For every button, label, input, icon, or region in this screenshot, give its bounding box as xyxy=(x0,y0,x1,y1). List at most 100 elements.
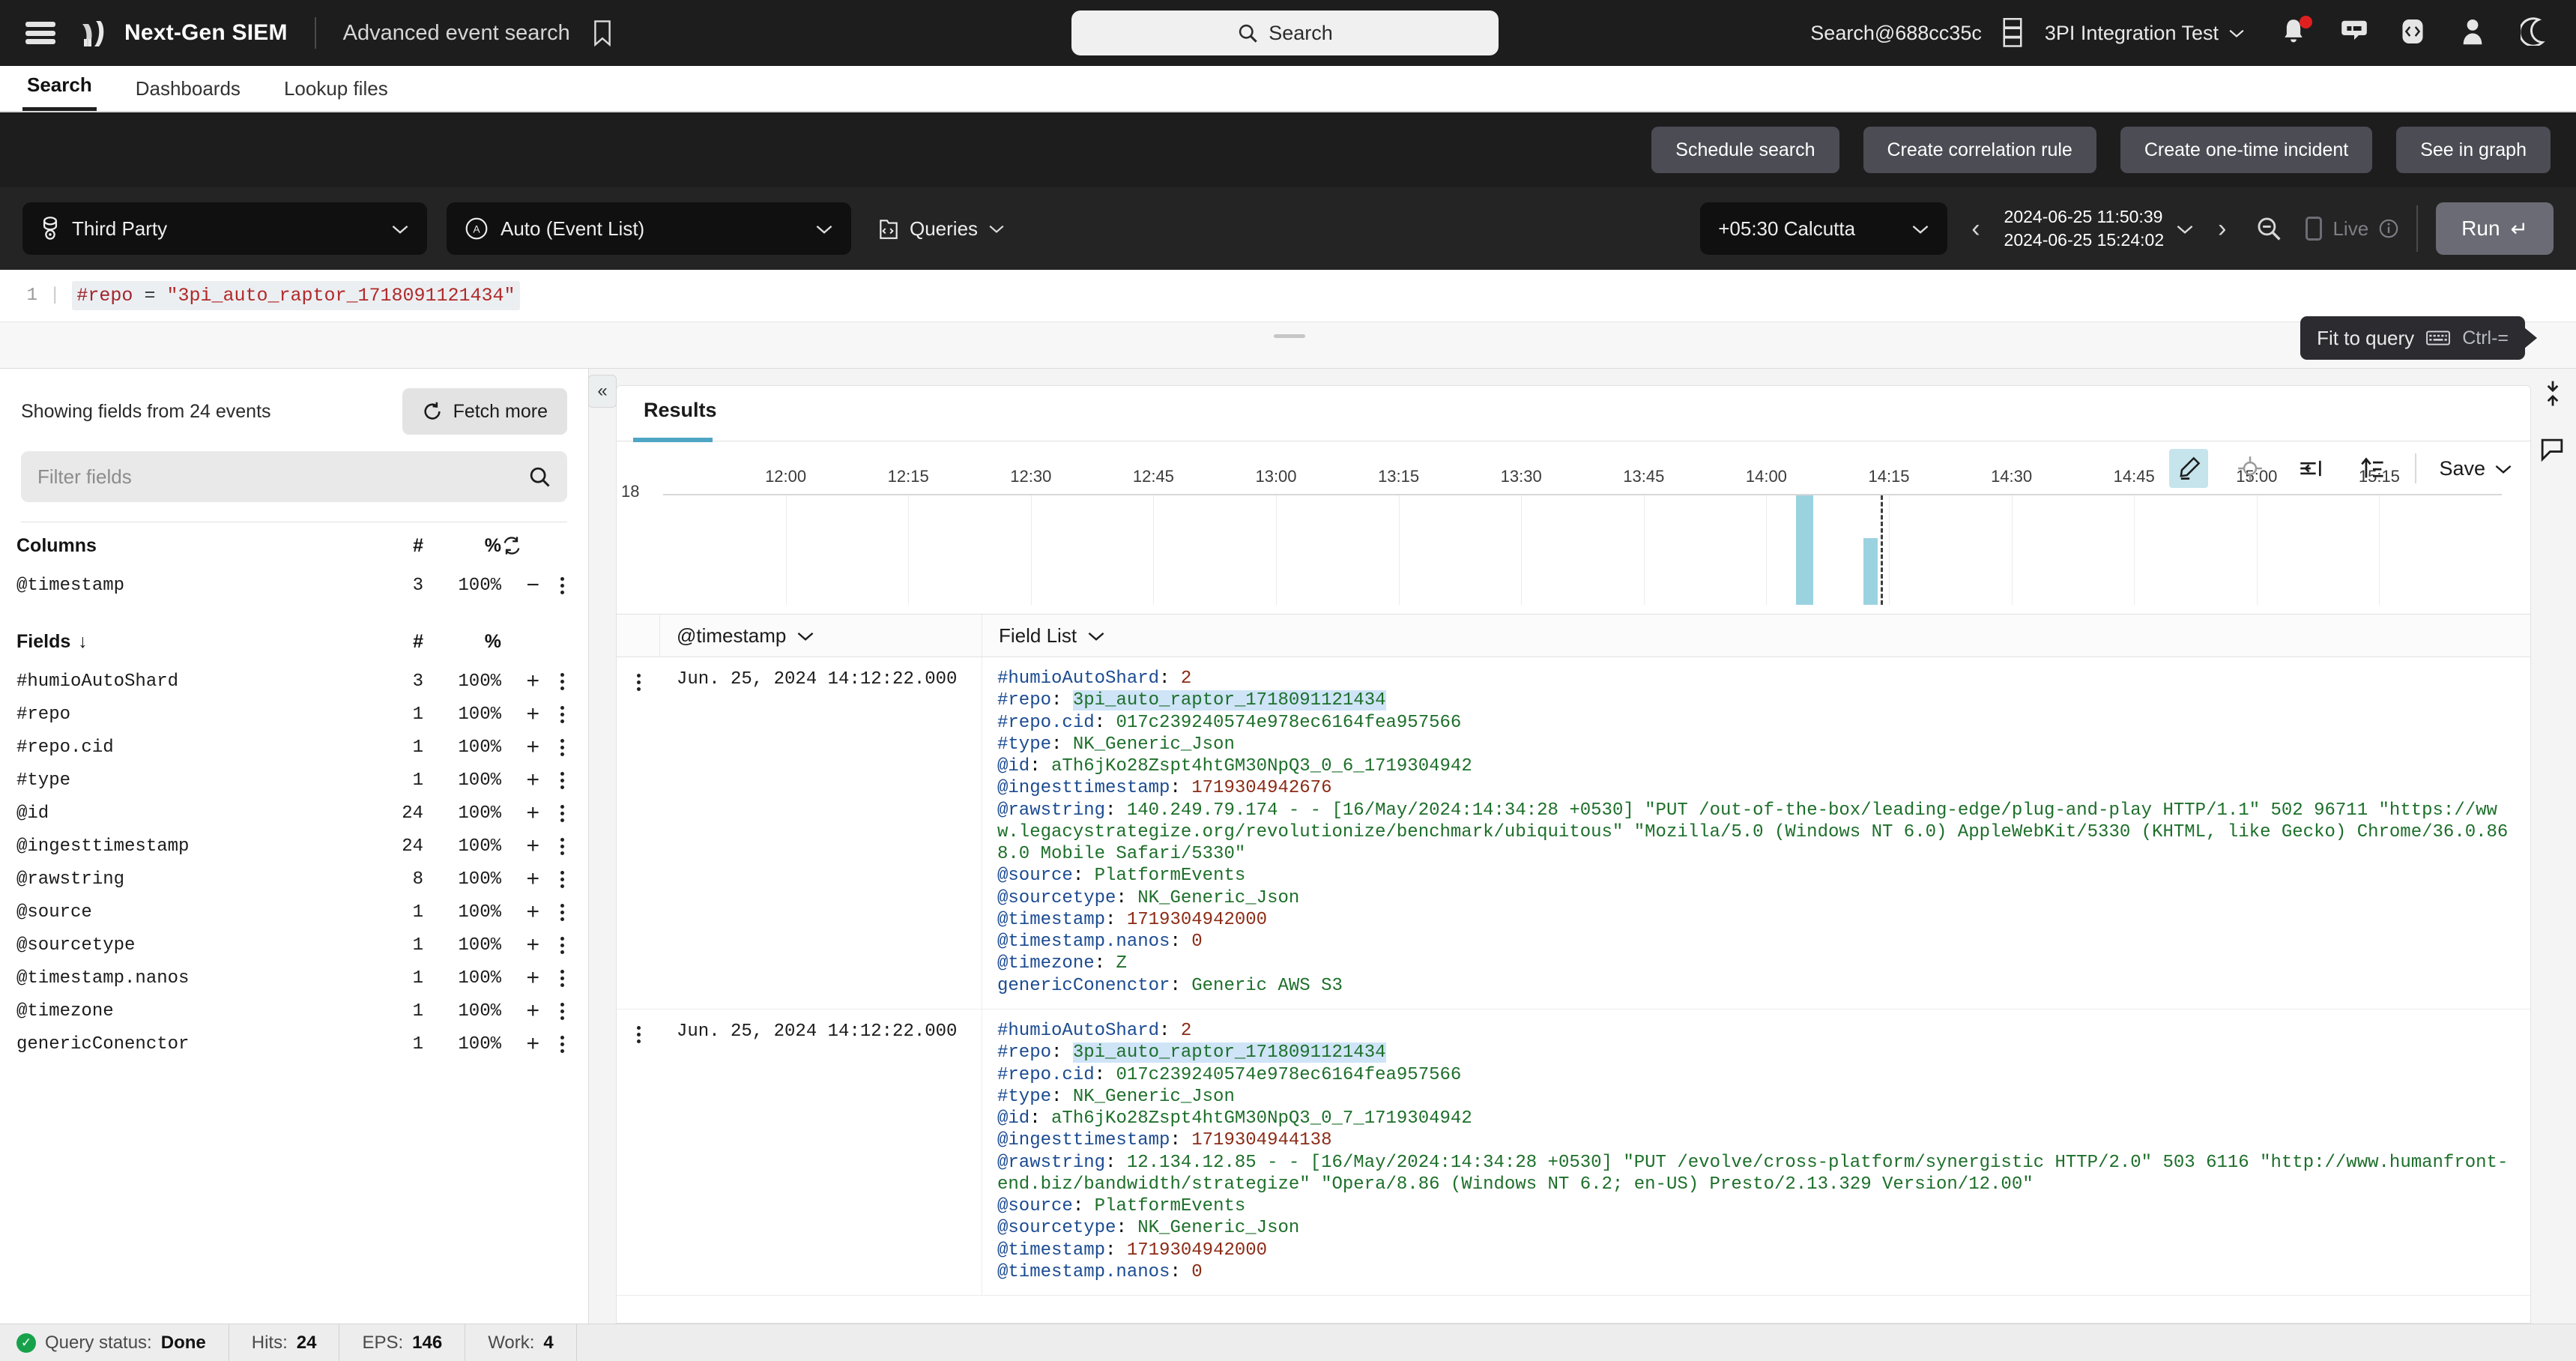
server-stack-icon[interactable] xyxy=(2001,16,2024,49)
date-range-selector[interactable]: 2024-06-25 11:50:39 2024-06-25 15:24:02 xyxy=(2004,205,2195,253)
live-toggle[interactable]: Live xyxy=(2306,217,2398,241)
collapse-sidebar-button[interactable]: « xyxy=(588,375,617,408)
timezone-selector[interactable]: +05:30 Calcutta xyxy=(1700,202,1947,255)
live-label: Live xyxy=(2332,217,2368,241)
add-field-icon[interactable]: + xyxy=(526,835,539,857)
field-more-menu-icon[interactable] xyxy=(556,670,569,693)
filter-fields-field[interactable] xyxy=(21,451,567,502)
create-correlation-rule-button[interactable]: Create correlation rule xyxy=(1863,127,2096,173)
search-icon[interactable] xyxy=(528,465,551,488)
hamburger-menu-icon[interactable] xyxy=(25,22,55,44)
field-more-menu-icon[interactable] xyxy=(556,736,569,759)
histogram-bar[interactable] xyxy=(1796,495,1813,605)
notifications-bell-icon[interactable] xyxy=(2281,17,2311,49)
create-one-time-incident-button[interactable]: Create one-time incident xyxy=(2120,127,2372,173)
field-more-menu-icon[interactable] xyxy=(556,769,569,792)
add-field-icon[interactable]: + xyxy=(526,868,539,890)
field-row[interactable]: #repo.cid1100%+ xyxy=(16,731,572,764)
field-more-menu-icon[interactable] xyxy=(556,1033,569,1056)
account-label[interactable]: Search@688cc35c xyxy=(1810,22,1982,45)
queries-menu[interactable]: Queries xyxy=(871,217,1012,241)
chat-icon[interactable] xyxy=(2341,17,2371,49)
field-more-menu-icon[interactable] xyxy=(556,835,569,858)
query-editor[interactable]: 1 | #repo = "3pi_auto_raptor_17180911214… xyxy=(0,270,2576,322)
field-more-menu-icon[interactable] xyxy=(556,802,569,825)
results-column-field-list[interactable]: Field List xyxy=(982,615,2530,657)
filter-fields-input[interactable] xyxy=(37,465,528,489)
field-row[interactable]: @sourcetype1100%+ xyxy=(16,929,572,962)
row-menu-icon[interactable] xyxy=(617,657,660,1009)
column-more-menu-icon[interactable] xyxy=(556,574,569,597)
add-field-icon[interactable]: + xyxy=(526,901,539,923)
remove-column-icon[interactable]: − xyxy=(526,574,539,597)
field-more-menu-icon[interactable] xyxy=(556,934,569,957)
field-more-menu-icon[interactable] xyxy=(556,703,569,726)
zoom-out-icon[interactable] xyxy=(2250,216,2288,241)
repository-selector[interactable]: Third Party xyxy=(22,202,427,255)
code-brackets-icon[interactable] xyxy=(2401,17,2431,49)
add-field-icon[interactable]: + xyxy=(526,736,539,758)
field-row[interactable]: #type1100%+ xyxy=(16,764,572,797)
info-icon[interactable] xyxy=(2379,219,2398,238)
nav-tab-lookup-files[interactable]: Lookup files xyxy=(279,77,393,111)
nav-tab-search[interactable]: Search xyxy=(22,73,97,111)
fields-sidebar-summary-row: Showing fields from 24 events Fetch more xyxy=(21,388,567,435)
add-field-icon[interactable]: + xyxy=(526,1000,539,1022)
field-row[interactable]: @timezone1100%+ xyxy=(16,995,572,1027)
field-row[interactable]: @id24100%+ xyxy=(16,797,572,830)
add-field-icon[interactable]: + xyxy=(526,1033,539,1055)
field-row[interactable]: @timestamp.nanos1100%+ xyxy=(16,962,572,995)
column-row-timestamp[interactable]: @timestamp 3 100% − xyxy=(16,569,572,602)
global-search[interactable]: Search xyxy=(1071,10,1499,55)
user-avatar-icon[interactable] xyxy=(2461,17,2491,49)
field-row[interactable]: genericConenctor1100%+ xyxy=(16,1027,572,1060)
add-field-icon[interactable]: + xyxy=(526,670,539,692)
sort-descending-icon[interactable]: ↓ xyxy=(78,631,88,653)
collapse-vertical-icon[interactable] xyxy=(2539,379,2568,409)
global-search-box[interactable]: Search xyxy=(1071,10,1499,55)
next-time-range-button[interactable]: › xyxy=(2212,214,2232,244)
field-row[interactable]: @ingesttimestamp24100%+ xyxy=(16,830,572,863)
add-field-icon[interactable]: + xyxy=(526,769,539,791)
bookmark-icon[interactable] xyxy=(591,19,614,46)
field-more-menu-icon[interactable] xyxy=(556,1000,569,1023)
field-more-menu-icon[interactable] xyxy=(556,868,569,891)
wrap-lines-icon[interactable] xyxy=(2292,449,2331,488)
query-code-line[interactable]: #repo = "3pi_auto_raptor_1718091121434" xyxy=(72,281,519,310)
run-query-button[interactable]: Run ↵ xyxy=(2436,202,2554,255)
save-results-button[interactable]: Save xyxy=(2439,457,2517,480)
table-row[interactable]: Jun. 25, 2024 14:12:22.000#humioAutoShar… xyxy=(617,1010,2530,1296)
field-row[interactable]: #humioAutoShard3100%+ xyxy=(16,665,572,698)
tenant-selector[interactable]: 3PI Integration Test xyxy=(2045,22,2245,45)
field-more-menu-icon[interactable] xyxy=(556,901,569,924)
field-row[interactable]: @rawstring8100%+ xyxy=(16,863,572,896)
add-field-icon[interactable]: + xyxy=(526,934,539,956)
annotate-pencil-icon[interactable] xyxy=(2169,449,2208,488)
fetch-more-button[interactable]: Fetch more xyxy=(402,388,567,435)
field-more-menu-icon[interactable] xyxy=(556,967,569,990)
histogram-plot-area[interactable]: 18 12:0012:1512:3012:4513:0013:1513:3013… xyxy=(639,494,2502,605)
nav-tab-dashboards[interactable]: Dashboards xyxy=(131,77,245,111)
dark-mode-moon-icon[interactable] xyxy=(2521,17,2551,49)
field-row[interactable]: #repo1100%+ xyxy=(16,698,572,731)
event-field-separator: : xyxy=(1159,669,1181,689)
schedule-search-button[interactable]: Schedule search xyxy=(1651,127,1839,173)
add-field-icon[interactable]: + xyxy=(526,802,539,824)
histogram-bar[interactable] xyxy=(1863,538,1877,605)
results-column-timestamp[interactable]: @timestamp xyxy=(660,615,982,657)
tab-results[interactable]: Results xyxy=(644,399,717,428)
field-row[interactable]: @source1100%+ xyxy=(16,896,572,929)
table-row[interactable]: Jun. 25, 2024 14:12:22.000#humioAutoShar… xyxy=(617,657,2530,1010)
add-field-icon[interactable]: + xyxy=(526,967,539,989)
panel-flag-icon[interactable] xyxy=(2539,436,2568,466)
crosshair-target-icon[interactable] xyxy=(2231,449,2270,488)
view-mode-selector[interactable]: A Auto (Event List) xyxy=(447,202,851,255)
editor-resize-handle[interactable] xyxy=(1274,334,1305,338)
results-rows: Jun. 25, 2024 14:12:22.000#humioAutoShar… xyxy=(617,657,2530,1323)
previous-time-range-button[interactable]: ‹ xyxy=(1965,214,1986,244)
see-in-graph-button[interactable]: See in graph xyxy=(2396,127,2551,173)
row-menu-icon[interactable] xyxy=(617,1010,660,1295)
sync-icon[interactable] xyxy=(501,535,572,556)
sort-ascending-icon[interactable] xyxy=(2353,449,2392,488)
add-field-icon[interactable]: + xyxy=(526,703,539,725)
